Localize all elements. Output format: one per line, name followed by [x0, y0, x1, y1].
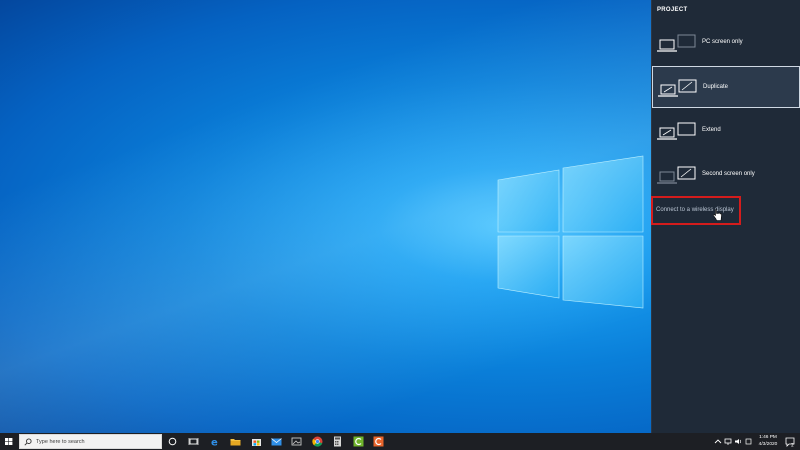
- windows-logo-wallpaper: [497, 155, 644, 309]
- hand-cursor-icon: [713, 209, 722, 221]
- file-explorer-icon[interactable]: [229, 435, 242, 448]
- option-label: Second screen only: [702, 171, 755, 177]
- task-view-icon[interactable]: [187, 435, 200, 448]
- option-second-screen-only[interactable]: Second screen only: [652, 154, 800, 196]
- chrome-icon[interactable]: [311, 435, 324, 448]
- taskbar-search-box[interactable]: Type here to search: [19, 434, 162, 449]
- action-center-icon[interactable]: 2: [784, 433, 796, 450]
- duplicate-icon: [658, 79, 697, 97]
- option-label: Duplicate: [703, 84, 729, 90]
- photos-icon[interactable]: [290, 435, 303, 448]
- option-duplicate[interactable]: Duplicate: [652, 66, 800, 108]
- option-extend[interactable]: Extend: [652, 110, 800, 152]
- recorder-app-icon[interactable]: [372, 435, 385, 448]
- search-icon: [24, 438, 32, 446]
- second-screen-only-icon: [657, 166, 696, 184]
- annotation-highlight-box: [651, 196, 741, 225]
- language-indicator-icon[interactable]: [744, 433, 753, 450]
- taskbar-clock[interactable]: 1:46 PM 4/3/2020: [754, 434, 782, 448]
- option-label: Extend: [702, 127, 721, 133]
- windows-start-icon[interactable]: [0, 433, 18, 450]
- desktop-wallpaper: [0, 0, 651, 433]
- clock-date: 4/3/2020: [758, 442, 778, 447]
- notification-count: 2: [791, 443, 794, 449]
- panel-title: PROJECT: [657, 7, 688, 13]
- mail-icon[interactable]: [270, 435, 283, 448]
- calculator-icon[interactable]: [331, 435, 344, 448]
- extend-icon: [657, 122, 696, 140]
- cortana-icon[interactable]: [166, 435, 179, 448]
- edge-browser-icon[interactable]: e: [209, 435, 222, 449]
- clock-time: 1:46 PM: [759, 435, 777, 440]
- search-placeholder: Type here to search: [36, 439, 85, 445]
- option-label: PC screen only: [702, 39, 743, 45]
- volume-icon[interactable]: [733, 433, 743, 450]
- svg-text:e: e: [211, 438, 218, 449]
- pc-screen-only-icon: [657, 34, 696, 52]
- option-pc-screen-only[interactable]: PC screen only: [652, 22, 800, 64]
- microsoft-store-icon[interactable]: [250, 435, 263, 448]
- network-icon[interactable]: [723, 433, 733, 450]
- taskbar: Type here to search e 1:46 PM 4/3/2020 2: [0, 433, 800, 450]
- camtasia-app-icon[interactable]: [352, 435, 365, 448]
